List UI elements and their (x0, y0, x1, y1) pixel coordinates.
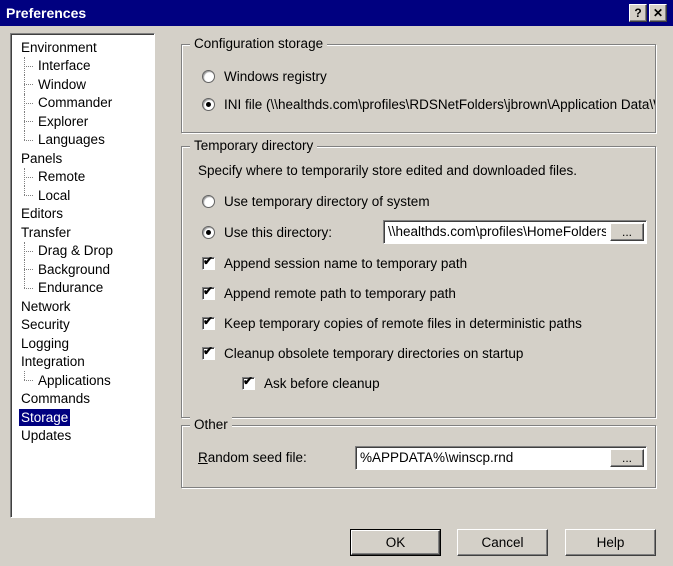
sidebar-item-editors[interactable]: Editors (11, 205, 154, 224)
checkbox-label: Keep temporary copies of remote files in… (224, 316, 582, 331)
titlebar-help-button[interactable]: ? (629, 4, 647, 22)
radio-label: INI file (\\healthds.com\profiles\RDSNet… (224, 97, 655, 112)
close-icon: ✕ (653, 7, 663, 19)
use-system-temp-radio[interactable]: Use temporary directory of system (202, 194, 430, 209)
checkbox-checked-icon: ✔ (242, 377, 255, 390)
title-bar[interactable]: Preferences ? ✕ (0, 0, 673, 26)
tree-connector (19, 75, 36, 94)
sidebar-item-background[interactable]: Background (11, 260, 154, 279)
window-title: Preferences (0, 5, 86, 21)
radio-icon (202, 195, 215, 208)
radio-selected-icon (202, 98, 215, 111)
check-icon: ✔ (203, 315, 213, 327)
titlebar-close-button[interactable]: ✕ (649, 4, 667, 22)
checkbox-label: Append session name to temporary path (224, 256, 467, 271)
group-title: Other (190, 417, 232, 432)
group-title: Temporary directory (190, 138, 317, 153)
check-icon: ✔ (243, 375, 253, 387)
help-button[interactable]: Help (565, 529, 656, 556)
radio-selected-icon (202, 226, 215, 239)
tree-connector (19, 242, 36, 261)
sidebar-item-local[interactable]: Local (11, 186, 154, 205)
sidebar-item-environment[interactable]: Environment (11, 38, 154, 57)
sidebar-item-remote[interactable]: Remote (11, 168, 154, 187)
directory-input[interactable]: \\healthds.com\profiles\HomeFolders\ ... (383, 220, 647, 244)
random-seed-file-input[interactable]: %APPDATA%\winscp.rnd ... (355, 446, 647, 470)
radio-label: Windows registry (224, 69, 327, 84)
ok-button[interactable]: OK (351, 530, 440, 555)
tree-connector (19, 260, 36, 279)
random-seed-file-label: Random seed file: (198, 450, 307, 465)
radio-label: Use temporary directory of system (224, 194, 430, 209)
sidebar-item-panels[interactable]: Panels (11, 149, 154, 168)
sidebar-item-commands[interactable]: Commands (11, 390, 154, 409)
radio-icon (202, 70, 215, 83)
sidebar-item-storage[interactable]: Storage (11, 408, 154, 427)
append-remote-path-checkbox[interactable]: ✔ Append remote path to temporary path (202, 286, 456, 301)
sidebar-item-applications[interactable]: Applications (11, 371, 154, 390)
sidebar-item-interface[interactable]: Interface (11, 57, 154, 76)
preferences-nav-tree[interactable]: Environment Interface Window Commander E… (10, 33, 155, 518)
sidebar-item-commander[interactable]: Commander (11, 94, 154, 113)
cleanup-obsolete-checkbox[interactable]: ✔ Cleanup obsolete temporary directories… (202, 346, 523, 361)
random-seed-file-value: %APPDATA%\winscp.rnd (360, 450, 606, 465)
sidebar-item-drag-and-drop[interactable]: Drag & Drop (11, 242, 154, 261)
tree-connector (19, 57, 36, 76)
sidebar-item-security[interactable]: Security (11, 316, 154, 335)
tree-connector (19, 279, 36, 298)
temp-dir-description: Specify where to temporarily store edite… (198, 163, 577, 178)
check-icon: ✔ (203, 345, 213, 357)
selected-tree-item: Storage (19, 409, 70, 426)
preferences-dialog: Preferences ? ✕ Environment Interface Wi… (0, 0, 673, 566)
sidebar-item-network[interactable]: Network (11, 297, 154, 316)
checkbox-label: Append remote path to temporary path (224, 286, 456, 301)
sidebar-item-logging[interactable]: Logging (11, 334, 154, 353)
tree-connector (19, 186, 36, 205)
tree-connector (19, 371, 36, 390)
tree-connector (19, 112, 36, 131)
cancel-button[interactable]: Cancel (457, 529, 548, 556)
sidebar-item-integration[interactable]: Integration (11, 353, 154, 372)
sidebar-item-updates[interactable]: Updates (11, 427, 154, 446)
tree-connector (19, 94, 36, 113)
checkbox-checked-icon: ✔ (202, 347, 215, 360)
ask-before-cleanup-checkbox[interactable]: ✔ Ask before cleanup (242, 376, 380, 391)
directory-value: \\healthds.com\profiles\HomeFolders\ (388, 224, 606, 239)
sidebar-item-languages[interactable]: Languages (11, 131, 154, 150)
sidebar-item-window[interactable]: Window (11, 75, 154, 94)
checkbox-checked-icon: ✔ (202, 257, 215, 270)
sidebar-item-endurance[interactable]: Endurance (11, 279, 154, 298)
help-icon: ? (634, 7, 641, 19)
check-icon: ✔ (203, 255, 213, 267)
random-seed-browse-button[interactable]: ... (610, 449, 644, 467)
tree-connector (19, 168, 36, 187)
group-title: Configuration storage (190, 36, 327, 51)
checkbox-checked-icon: ✔ (202, 317, 215, 330)
ini-file-radio[interactable]: INI file (\\healthds.com\profiles\RDSNet… (202, 97, 655, 112)
sidebar-item-explorer[interactable]: Explorer (11, 112, 154, 131)
checkbox-checked-icon: ✔ (202, 287, 215, 300)
radio-label: Use this directory: (224, 225, 332, 240)
check-icon: ✔ (203, 285, 213, 297)
sidebar-item-transfer[interactable]: Transfer (11, 223, 154, 242)
use-this-directory-radio[interactable]: Use this directory: (202, 225, 332, 240)
checkbox-label: Ask before cleanup (264, 376, 380, 391)
directory-browse-button[interactable]: ... (610, 223, 644, 241)
append-session-name-checkbox[interactable]: ✔ Append session name to temporary path (202, 256, 467, 271)
keep-temporary-copies-checkbox[interactable]: ✔ Keep temporary copies of remote files … (202, 316, 582, 331)
checkbox-label: Cleanup obsolete temporary directories o… (224, 346, 523, 361)
windows-registry-radio[interactable]: Windows registry (202, 69, 327, 84)
configuration-storage-group: Configuration storage (181, 44, 656, 133)
tree-connector (19, 131, 36, 150)
